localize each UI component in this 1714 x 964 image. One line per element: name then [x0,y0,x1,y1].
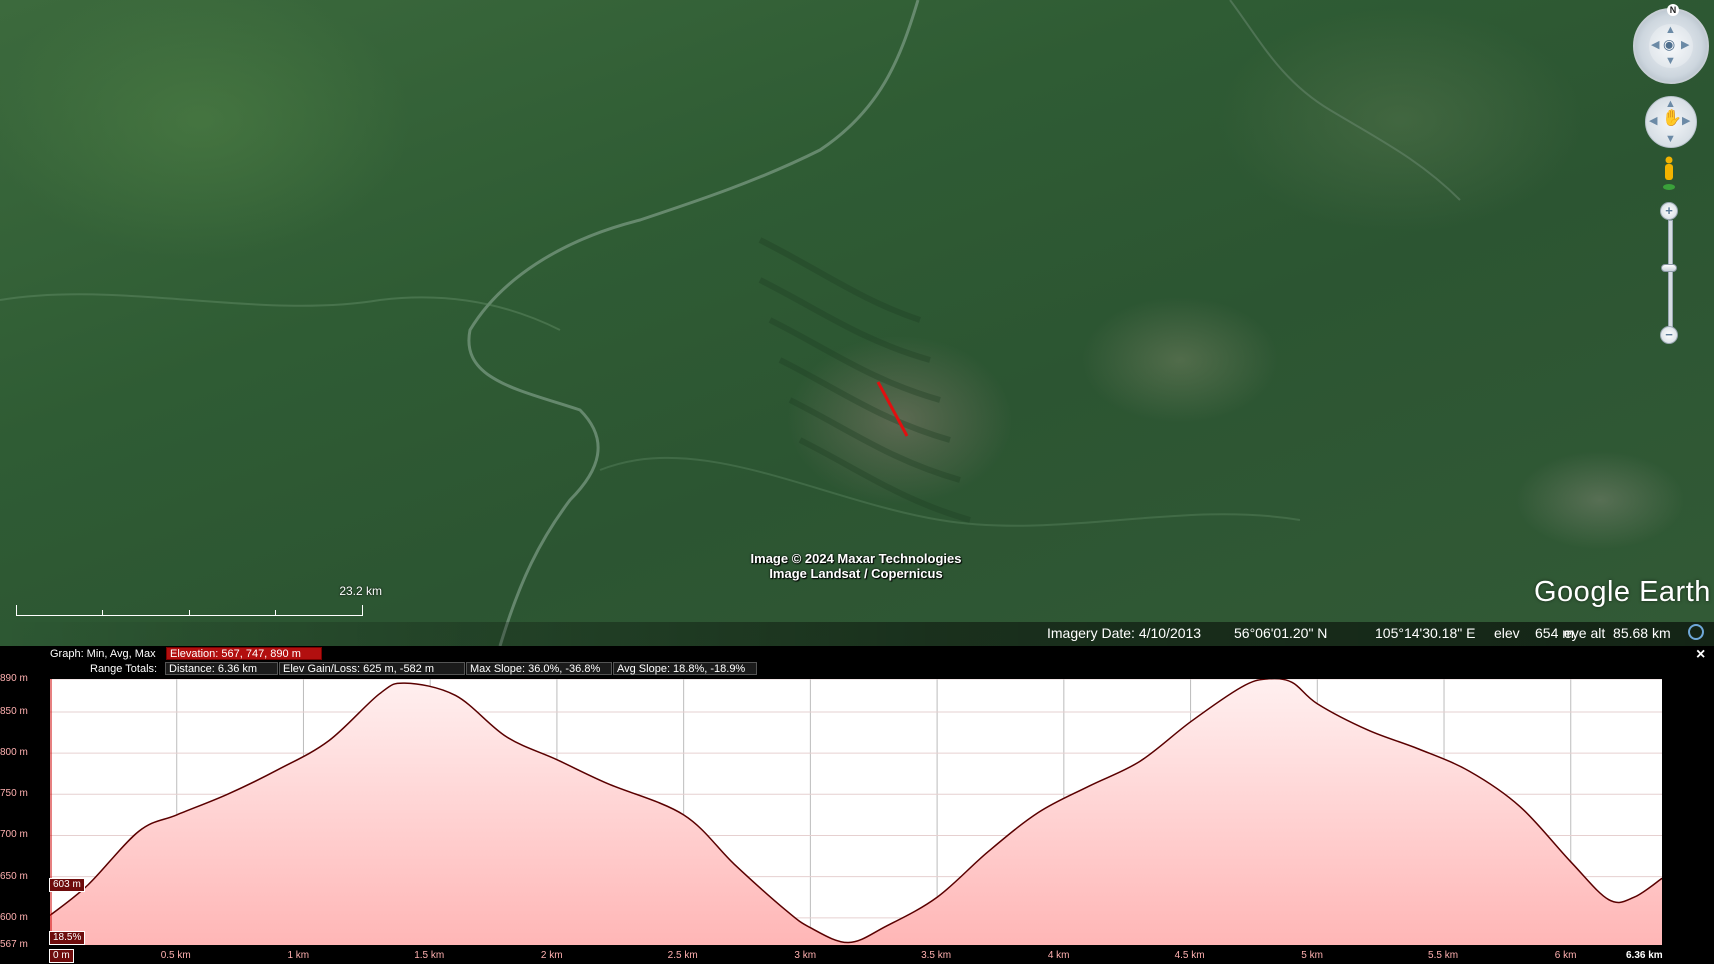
x-tick-label: 6 km [1554,950,1577,961]
imagery-copyright: Image © 2024 Maxar Technologies Image La… [700,551,1012,581]
cursor-slope-tag: 18.5% [49,931,86,945]
north-indicator[interactable]: N [1667,4,1679,16]
zoom-in-button[interactable]: + [1660,202,1678,220]
scale-bar: 23.2 km [16,584,382,616]
x-tick-label: 2.5 km [667,950,698,961]
elevation-stats: Elevation: 567, 747, 890 m [166,647,322,660]
x-tick-label: 0.5 km [160,950,191,961]
y-tick-label: 700 m [0,829,28,841]
x-tick-label: 3.5 km [921,950,952,961]
x-tick-label: 2 km [540,950,563,961]
distance-stat: Distance: 6.36 km [165,662,278,675]
status-bar: Imagery Date: 4/10/2013 56°06'01.20" N 1… [0,622,1714,646]
avg-slope-stat: Avg Slope: 18.8%, -18.9% [613,662,757,675]
close-profile-button[interactable]: × [1696,646,1705,664]
x-tick-label: 3 km [794,950,817,961]
cursor-distance-tag: 0 m [49,949,74,963]
graph-label: Graph: Min, Avg, Max [50,648,156,660]
x-tick-label: 5.5 km [1428,950,1459,961]
y-tick-label: 750 m [0,788,28,800]
google-earth-logo: Google Earth [1534,576,1711,608]
eye-icon: ◉ [1663,36,1676,52]
copyright-line: Image © 2024 Maxar Technologies [750,551,962,566]
x-tick-label: 1 km [287,950,310,961]
streaming-status-icon [1688,624,1704,640]
zoom-slider[interactable]: + − [1660,202,1678,346]
elevation-area [50,679,1662,945]
x-tick-label: 5 km [1301,950,1323,961]
copyright-line: Image Landsat / Copernicus [769,566,943,581]
eye-altitude: eye alt 85.68 km [1564,625,1671,641]
range-totals-label: Range Totals: [90,663,158,675]
zoom-slider-thumb[interactable] [1661,264,1677,272]
elev-gain-loss-stat: Elev Gain/Loss: 625 m, -582 m [279,662,465,675]
y-tick-label: 600 m [0,911,28,923]
x-tick-label: 1.5 km [414,950,445,961]
y-tick-label: 850 m [0,705,28,717]
elevation-label: elev [1494,625,1520,641]
x-tick-label: 4.5 km [1174,950,1205,961]
y-tick-label: 890 m [0,673,28,684]
hand-icon: ✋ [1662,110,1682,127]
longitude: 105°14'30.18" E [1375,625,1476,641]
y-tick-label: 800 m [0,747,28,759]
map-view[interactable]: Image © 2024 Maxar Technologies Image La… [0,0,1714,646]
elevation-chart[interactable] [50,679,1662,945]
latitude: 56°06'01.20" N [1234,625,1328,641]
scale-label: 23.2 km [339,584,382,598]
x-tick-label: 4 km [1047,950,1070,961]
move-joystick[interactable]: ▲ ▼ ◀ ▶ ✋ [1645,96,1697,148]
x-tick-label: 6.36 km [1626,950,1663,961]
zoom-out-button[interactable]: − [1660,326,1678,344]
street-view-pegman-icon[interactable] [1662,156,1676,192]
look-joystick[interactable]: N ▲ ▼ ◀ ▶ ◉ [1633,4,1709,84]
max-slope-stat: Max Slope: 36.0%, -36.8% [466,662,612,675]
terrain-imagery [0,0,1461,646]
y-tick-label: 650 m [0,870,28,882]
y-tick-label: 567 m [0,939,28,950]
imagery-date: Imagery Date: 4/10/2013 [1047,625,1202,641]
cursor-elevation-tag: 603 m [49,878,85,892]
